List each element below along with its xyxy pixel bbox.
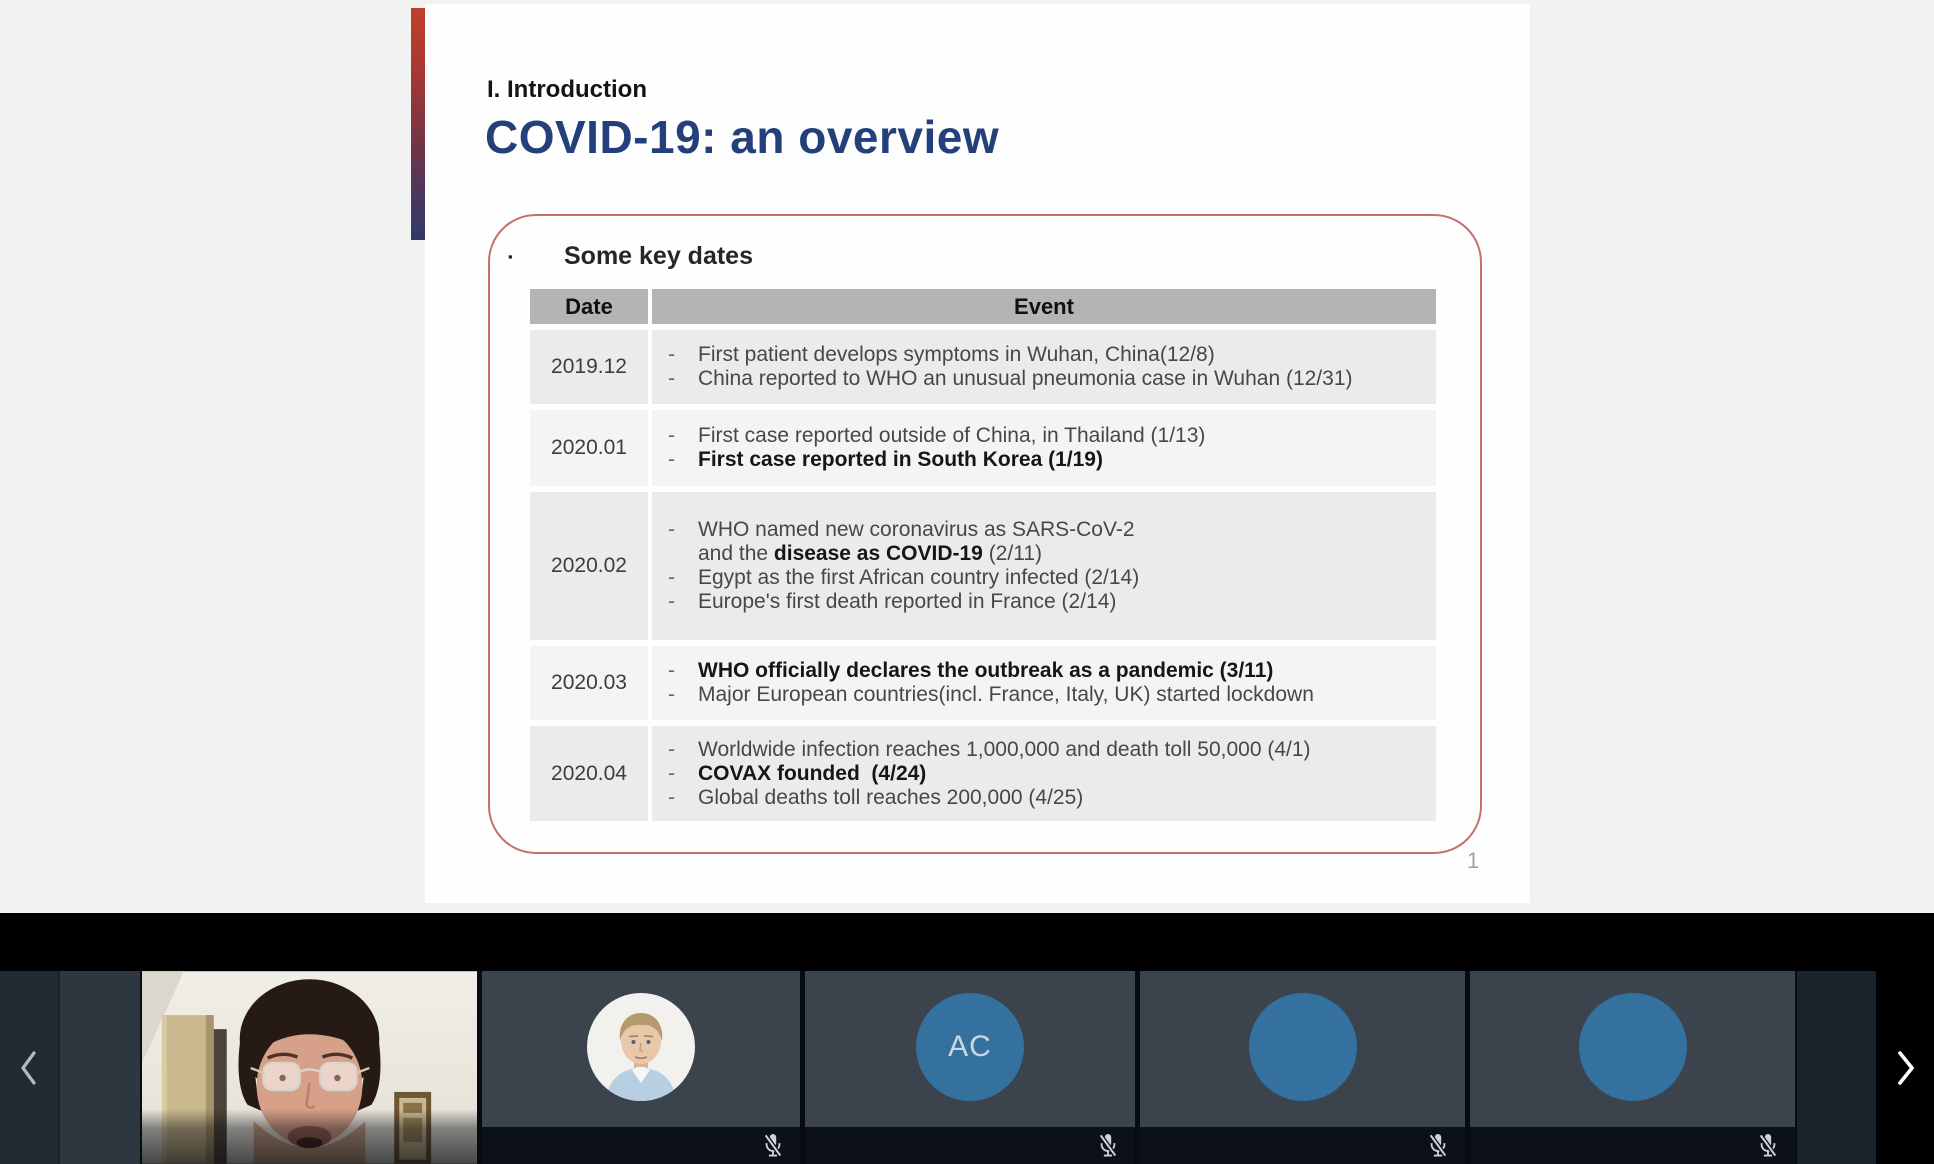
- event-line: -Egypt as the first African country infe…: [652, 566, 1436, 590]
- tile-footer: [482, 1127, 800, 1164]
- participant-initials-circle: AC: [916, 993, 1024, 1101]
- participant-filmstrip: AC: [0, 971, 1934, 1164]
- event-line: -First case reported outside of China, i…: [652, 424, 1436, 448]
- event-cell: -WHO named new coronavirus as SARS-CoV-2…: [652, 492, 1436, 640]
- tile-footer: [1470, 1127, 1795, 1164]
- event-line: -COVAX founded (4/24): [652, 762, 1436, 786]
- participant-tile-webcam[interactable]: [142, 971, 477, 1164]
- event-line: -First case reported in South Korea (1/1…: [652, 448, 1436, 472]
- presentation-area: I. Introduction COVID-19: an overview ▪ …: [0, 0, 1934, 913]
- event-line: -Global deaths toll reaches 200,000 (4/2…: [652, 786, 1436, 810]
- chevron-right-icon: [1891, 1046, 1919, 1090]
- square-bullet-icon: ▪: [506, 249, 564, 264]
- muted-mic-icon: [1757, 1131, 1779, 1159]
- slide-accent-bar: [411, 8, 425, 240]
- page-number: 1: [1467, 848, 1479, 874]
- event-cell: -First patient develops symptoms in Wuha…: [652, 330, 1436, 404]
- muted-mic-icon: [762, 1131, 784, 1159]
- event-line: -Worldwide infection reaches 1,000,000 a…: [652, 738, 1436, 762]
- dash-bullet: -: [652, 448, 698, 472]
- dash-bullet: -: [652, 786, 698, 810]
- table-header-row: Date Event: [530, 289, 1436, 324]
- event-line: -Europe's first death reported in France…: [652, 590, 1436, 614]
- dash-bullet: -: [652, 659, 698, 683]
- avatar: [587, 993, 695, 1101]
- event-cell: -First case reported outside of China, i…: [652, 410, 1436, 486]
- dash-bullet: -: [652, 343, 698, 367]
- table-row: 2020.02 -WHO named new coronavirus as SA…: [530, 492, 1436, 640]
- dash-bullet: -: [652, 762, 698, 786]
- event-line: -China reported to WHO an unusual pneumo…: [652, 367, 1436, 391]
- table-row: 2020.04 -Worldwide infection reaches 1,0…: [530, 726, 1436, 821]
- participant-tile-initials[interactable]: [1470, 971, 1795, 1164]
- dash-bullet: -: [652, 738, 698, 762]
- section-label: I. Introduction: [487, 76, 647, 104]
- event-line: and the disease as COVID-19 (2/11): [652, 542, 1436, 566]
- event-line: -WHO named new coronavirus as SARS-CoV-2: [652, 518, 1436, 542]
- muted-mic-icon: [1427, 1131, 1449, 1159]
- date-cell: 2020.03: [530, 646, 648, 720]
- tile-footer: [142, 1109, 477, 1164]
- dash-bullet: -: [652, 683, 698, 707]
- event-column-header: Event: [652, 289, 1436, 324]
- tile-footer: [805, 1127, 1135, 1164]
- participant-initials-circle: [1579, 993, 1687, 1101]
- dash-bullet: -: [652, 590, 698, 614]
- tile-footer: [1140, 1127, 1465, 1164]
- event-cell: -WHO officially declares the outbreak as…: [652, 646, 1436, 720]
- key-dates-heading-row: ▪ Some key dates: [506, 242, 753, 271]
- key-dates-table: Date Event 2019.12 -First patient develo…: [530, 289, 1436, 821]
- table-row: 2019.12 -First patient develops symptoms…: [530, 330, 1436, 404]
- event-cell: -Worldwide infection reaches 1,000,000 a…: [652, 726, 1436, 821]
- next-participants-button[interactable]: [1876, 971, 1934, 1164]
- slide-title: COVID-19: an overview: [485, 110, 999, 164]
- date-cell: 2020.02: [530, 492, 648, 640]
- muted-mic-icon: [1097, 1131, 1119, 1159]
- participant-tile-initials[interactable]: AC: [805, 971, 1135, 1164]
- participant-tile-avatar[interactable]: [482, 971, 800, 1164]
- key-dates-heading: Some key dates: [564, 242, 753, 271]
- chevron-left-icon: [16, 1047, 42, 1089]
- avatar-photo: [587, 993, 695, 1101]
- date-cell: 2019.12: [530, 330, 648, 404]
- date-cell: 2020.04: [530, 726, 648, 821]
- separator-bar: [0, 913, 1934, 971]
- event-line: -First patient develops symptoms in Wuha…: [652, 343, 1436, 367]
- table-row: 2020.03 -WHO officially declares the out…: [530, 646, 1436, 720]
- participant-tile-partial[interactable]: [60, 971, 140, 1164]
- date-column-header: Date: [530, 289, 648, 324]
- event-line: -Major European countries(incl. France, …: [652, 683, 1436, 707]
- date-cell: 2020.01: [530, 410, 648, 486]
- table-row: 2020.01 -First case reported outside of …: [530, 410, 1436, 486]
- key-dates-box: ▪ Some key dates Date Event 2019.12 -Fir…: [488, 214, 1482, 854]
- dash-bullet: -: [652, 566, 698, 590]
- event-line: -WHO officially declares the outbreak as…: [652, 659, 1436, 683]
- participant-tile-initials[interactable]: [1140, 971, 1465, 1164]
- participant-initials-circle: [1249, 993, 1357, 1101]
- prev-participants-button[interactable]: [0, 971, 58, 1164]
- dash-bullet: -: [652, 424, 698, 448]
- dash-bullet: [652, 542, 698, 566]
- dash-bullet: -: [652, 518, 698, 542]
- slide: I. Introduction COVID-19: an overview ▪ …: [425, 4, 1530, 903]
- dash-bullet: -: [652, 367, 698, 391]
